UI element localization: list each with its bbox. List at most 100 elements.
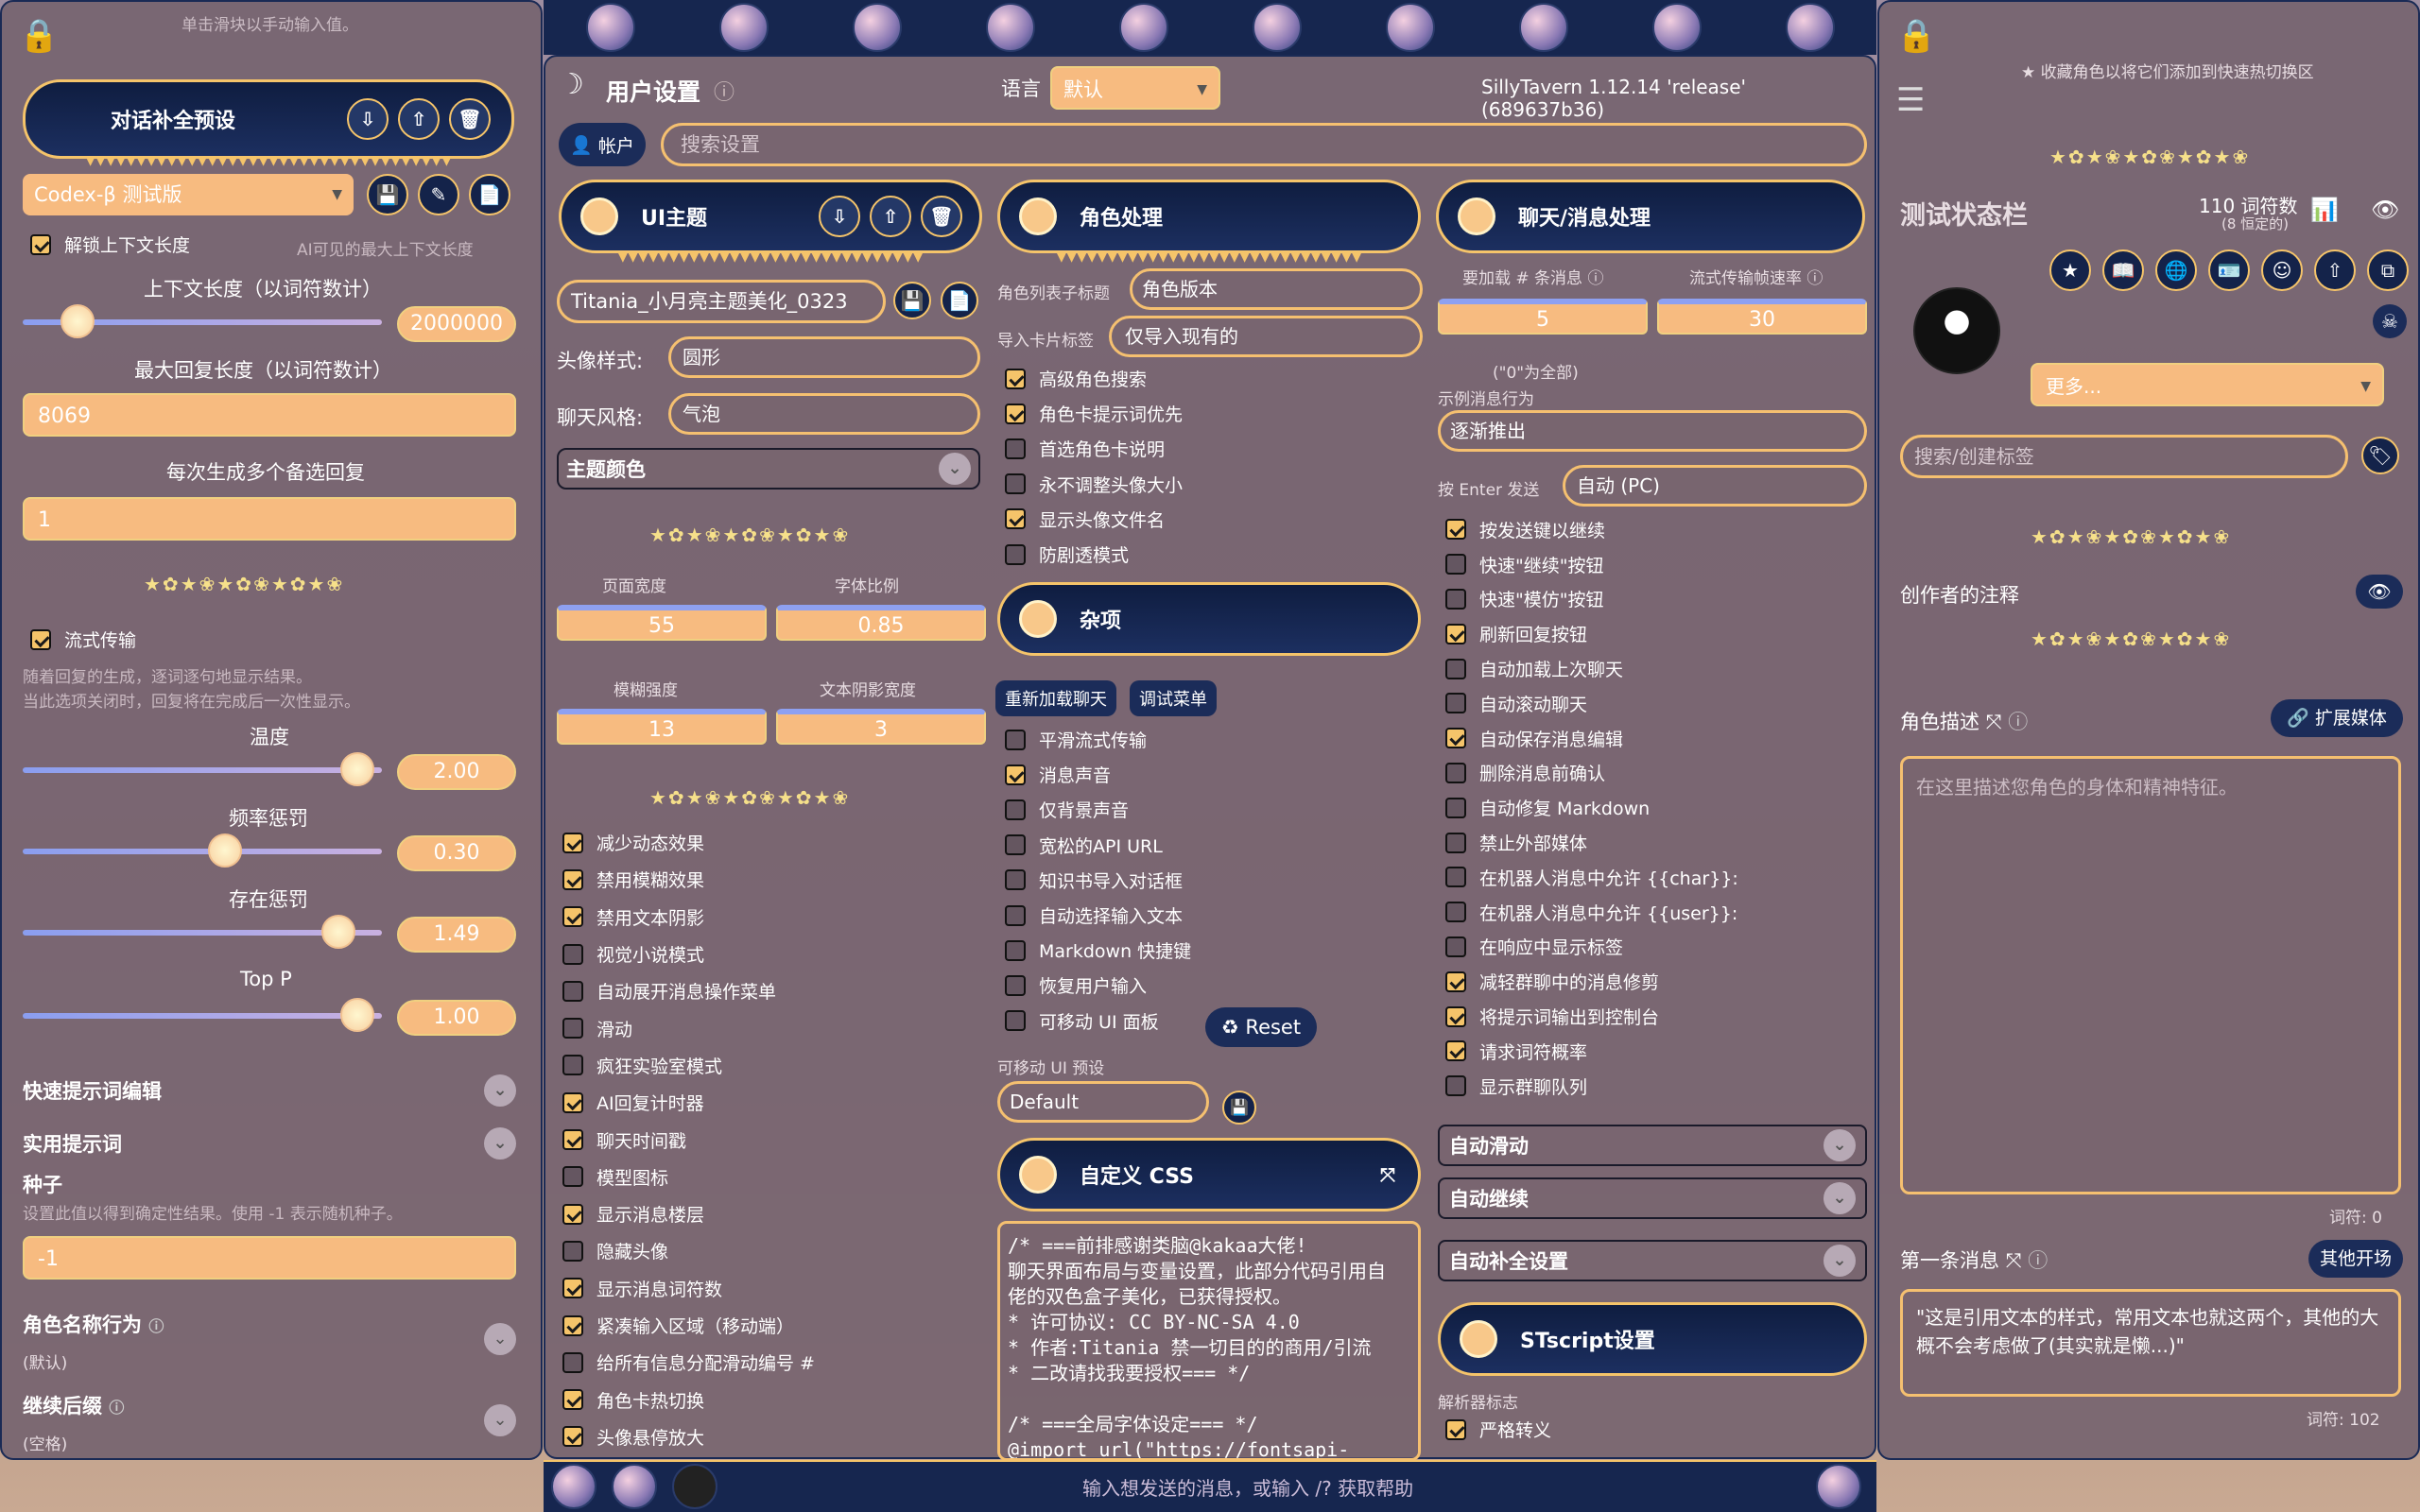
option-checkbox[interactable] xyxy=(1445,797,1466,818)
option-row[interactable]: 消息声音 xyxy=(1005,757,1421,792)
avatar-style-select[interactable]: 圆形 xyxy=(668,336,980,378)
multi-reply-input[interactable]: 1 xyxy=(23,497,516,541)
blur-input[interactable]: 13 xyxy=(557,709,767,745)
character-avatar[interactable] xyxy=(1913,287,2000,374)
option-checkbox[interactable] xyxy=(1445,936,1466,957)
context-slider[interactable] xyxy=(23,304,382,338)
autocomplete-row[interactable]: 自动补全设置 ⌄ xyxy=(1438,1240,1867,1281)
list-subtitle-select[interactable]: 角色版本 xyxy=(1130,268,1423,310)
temperature-slider[interactable] xyxy=(23,752,382,786)
option-row[interactable]: 角色卡热切换 xyxy=(562,1381,978,1418)
option-row[interactable]: 高级角色搜索 xyxy=(1005,361,1421,396)
option-checkbox[interactable] xyxy=(1005,904,1026,926)
option-checkbox[interactable] xyxy=(1445,832,1466,853)
strict-escape-checkbox[interactable] xyxy=(1445,1418,1466,1440)
option-checkbox[interactable] xyxy=(1445,693,1466,714)
option-checkbox[interactable] xyxy=(1445,588,1466,610)
option-row[interactable]: 禁用文本阴影 xyxy=(562,899,978,936)
option-row[interactable]: 刷新回复按钮 xyxy=(1445,616,1861,651)
bg-thumb-4[interactable] xyxy=(985,3,1035,52)
option-row[interactable]: 永不调整头像大小 xyxy=(1005,467,1421,502)
new-theme-icon[interactable]: 📄 xyxy=(941,282,978,319)
option-row[interactable]: 显示消息楼层 xyxy=(562,1195,978,1232)
option-row[interactable]: 自动修复 Markdown xyxy=(1445,790,1861,825)
language-select[interactable]: 默认 ▼ xyxy=(1050,66,1220,110)
save-theme-icon[interactable]: 💾 xyxy=(893,282,931,319)
eye-icon[interactable]: 👁 xyxy=(2371,197,2399,223)
option-checkbox[interactable] xyxy=(1005,939,1026,961)
bg-thumb-8[interactable] xyxy=(1518,3,1568,52)
bg-thumb-3[interactable] xyxy=(852,3,902,52)
option-checkbox[interactable] xyxy=(562,832,583,853)
option-row[interactable]: 减轻群聊中的消息修剪 xyxy=(1445,964,1861,999)
bg-thumb-6[interactable] xyxy=(1252,3,1302,52)
new-preset-icon[interactable]: 📄 xyxy=(469,174,510,215)
bg-thumb-2[interactable] xyxy=(718,3,769,52)
option-checkbox[interactable] xyxy=(1445,623,1466,644)
freq-penalty-input[interactable]: 0.30 xyxy=(397,835,516,871)
book-icon[interactable]: 📖 xyxy=(2102,249,2144,291)
option-checkbox[interactable] xyxy=(562,1389,583,1411)
unlock-context-row[interactable]: 解锁上下文长度 xyxy=(30,227,190,263)
option-row[interactable]: 显示群聊队列 xyxy=(1445,1069,1861,1104)
auto-continue-row[interactable]: 自动继续 ⌄ xyxy=(1438,1177,1867,1219)
favorite-icon[interactable]: ★ xyxy=(2049,249,2091,291)
avatar-thumb-1[interactable] xyxy=(551,1464,596,1509)
option-checkbox[interactable] xyxy=(1005,974,1026,996)
theme-colors-row[interactable]: 主题颜色 ⌄ xyxy=(557,448,980,490)
option-row[interactable]: 知识书导入对话框 xyxy=(1005,863,1421,898)
top-p-slider[interactable] xyxy=(23,998,382,1032)
stream-checkbox[interactable] xyxy=(30,628,51,650)
top-p-input[interactable]: 1.00 xyxy=(397,1000,516,1036)
lazy-load-input[interactable]: 5 xyxy=(1438,299,1648,335)
bg-thumb-5[interactable] xyxy=(1118,3,1168,52)
bg-thumb-1[interactable] xyxy=(585,3,635,52)
export-icon[interactable]: ⇧ xyxy=(398,98,440,140)
option-checkbox[interactable] xyxy=(1005,473,1026,495)
enter-send-select[interactable]: 自动 (PC) xyxy=(1563,465,1867,507)
option-checkbox[interactable] xyxy=(1445,519,1466,541)
option-row[interactable]: 宽松的API URL xyxy=(1005,828,1421,863)
debug-menu-button[interactable]: 调试菜单 xyxy=(1130,680,1217,716)
option-checkbox[interactable] xyxy=(1445,762,1466,783)
option-row[interactable]: 按发送键以继续 xyxy=(1445,512,1861,547)
option-row[interactable]: 滑动 xyxy=(562,1009,978,1046)
option-checkbox[interactable] xyxy=(562,1314,583,1336)
save-preset-icon[interactable]: 💾 xyxy=(1222,1091,1256,1125)
option-row[interactable]: 首选角色卡说明 xyxy=(1005,431,1421,466)
preset-select[interactable]: Codex-β 测试版 ▼ xyxy=(23,174,354,215)
option-row[interactable]: 紧凑输入区域（移动端） xyxy=(562,1307,978,1344)
option-row[interactable]: 仅背景声音 xyxy=(1005,792,1421,827)
expand-icon[interactable]: ⤧ xyxy=(1986,711,2002,733)
option-checkbox[interactable] xyxy=(1005,508,1026,530)
movable-preset-select[interactable]: Default xyxy=(997,1081,1209,1123)
option-checkbox[interactable] xyxy=(562,906,583,928)
bg-thumb-9[interactable] xyxy=(1651,3,1702,52)
expand-icon[interactable]: ⤧ xyxy=(1380,1163,1395,1186)
pres-penalty-slider[interactable] xyxy=(23,915,382,949)
export-icon[interactable]: ⇧ xyxy=(2314,249,2356,291)
account-button[interactable]: 👤 帐户 xyxy=(559,123,646,166)
expand-media-button[interactable]: 🔗 扩展媒体 xyxy=(2271,699,2403,737)
settings-search-input[interactable]: 搜索设置 xyxy=(661,123,1867,166)
copy-icon[interactable]: ⧉ xyxy=(2367,249,2409,291)
send-icon[interactable] xyxy=(1816,1464,1861,1509)
option-checkbox[interactable] xyxy=(1445,867,1466,888)
freq-penalty-slider[interactable] xyxy=(23,833,382,868)
option-row[interactable]: 平滑流式传输 xyxy=(1005,722,1421,757)
reset-button[interactable]: ♻ Reset xyxy=(1205,1007,1317,1047)
option-checkbox[interactable] xyxy=(562,980,583,1002)
option-row[interactable]: 在响应中显示标签 xyxy=(1445,930,1861,965)
more-select[interactable]: 更多... ▼ xyxy=(2031,363,2384,406)
chevron-down-icon[interactable]: ⌄ xyxy=(484,1127,516,1160)
lock-icon[interactable]: 🔒 xyxy=(19,17,59,59)
option-row[interactable]: 减少动态效果 xyxy=(562,824,978,861)
theme-select[interactable]: Titania_小月亮主题美化_0323 xyxy=(557,280,886,323)
stream-row[interactable]: 流式传输 xyxy=(30,622,136,658)
option-checkbox[interactable] xyxy=(562,1351,583,1373)
option-row[interactable]: 自动展开消息操作菜单 xyxy=(562,972,978,1009)
chevron-down-icon[interactable]: ⌄ xyxy=(1824,1182,1856,1214)
option-checkbox[interactable] xyxy=(1445,1075,1466,1097)
option-row[interactable]: 显示消息词符数 xyxy=(562,1270,978,1307)
chevron-down-icon[interactable]: ⌄ xyxy=(484,1323,516,1355)
